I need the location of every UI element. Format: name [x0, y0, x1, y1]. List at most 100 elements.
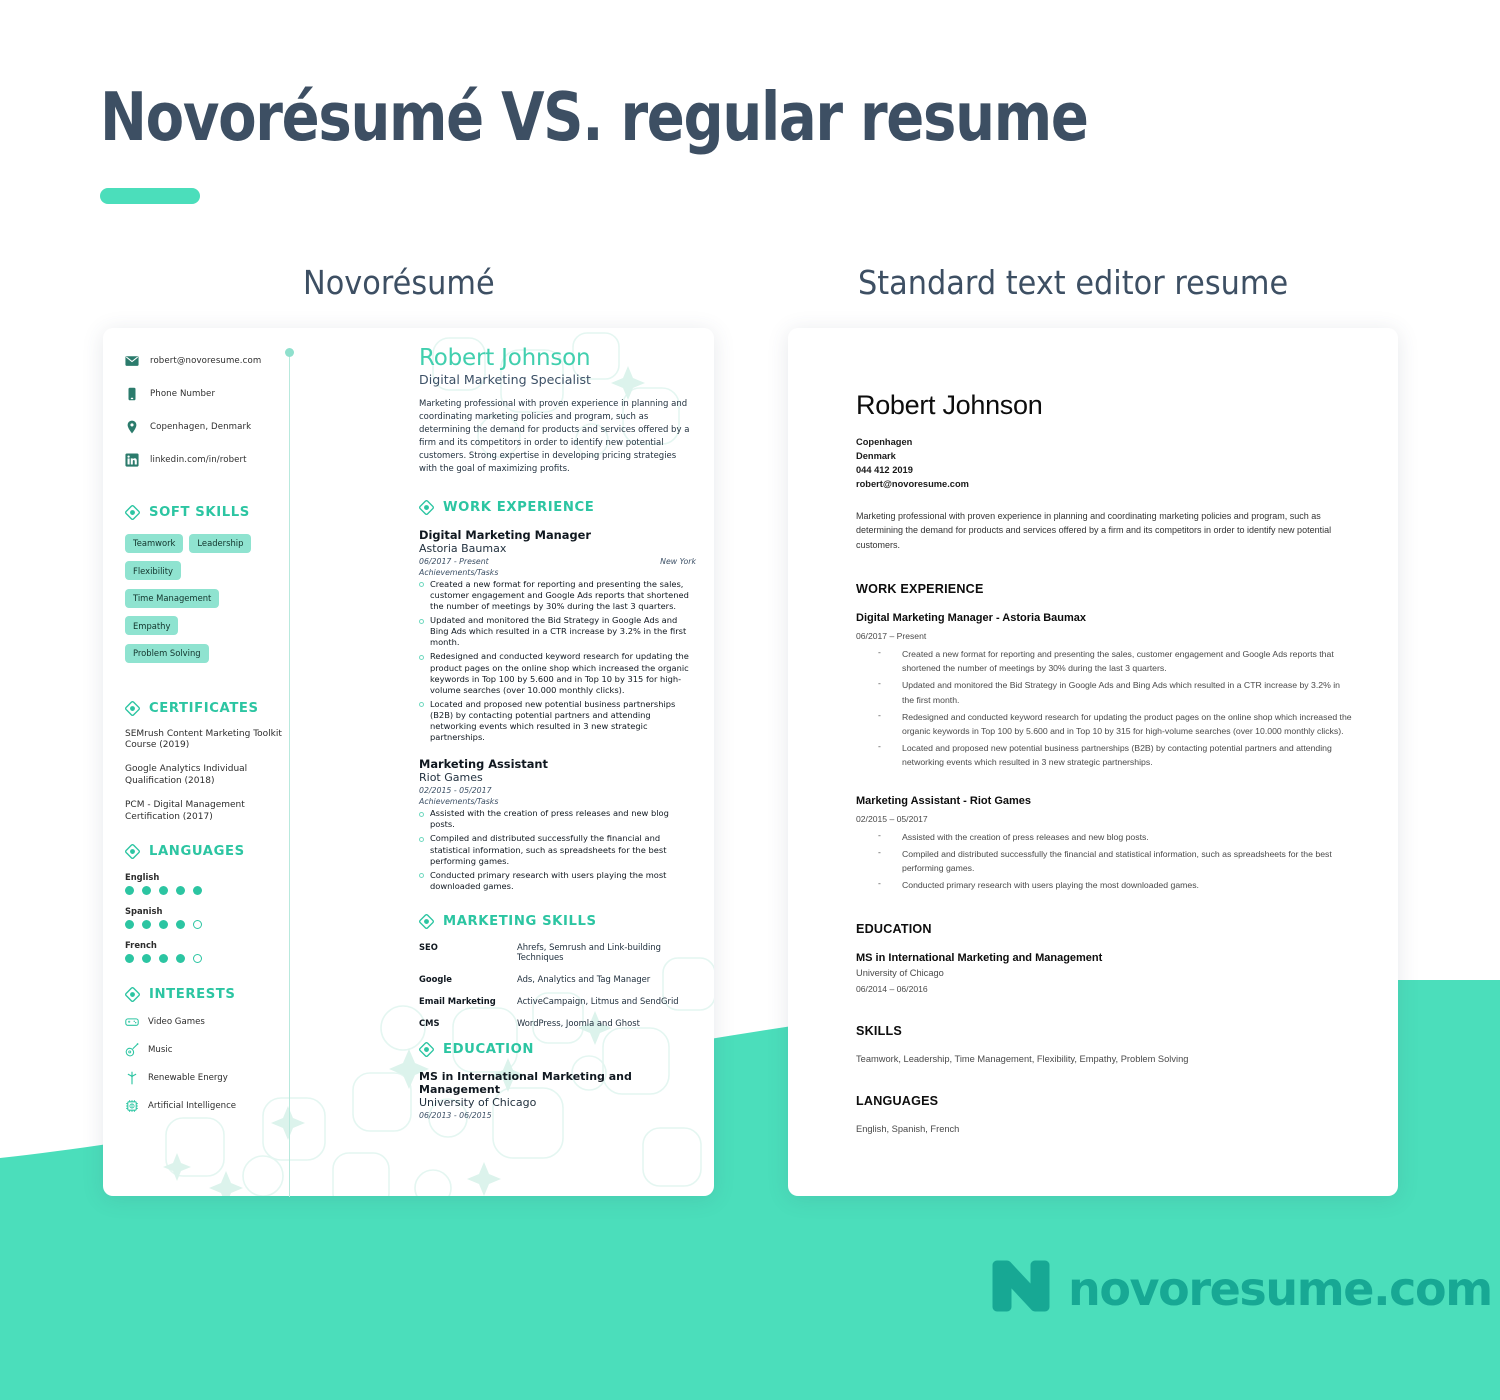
novoresume-logo[interactable]: novoresume.com	[990, 1255, 1493, 1322]
std-job-title: Digital Marketing Manager - Astoria Baum…	[856, 612, 1087, 625]
std-section-title-education: EDUCATION	[856, 922, 932, 937]
section-title: MARKETING SKILLS	[443, 914, 597, 930]
std-bullet-dash: -	[878, 878, 881, 889]
std-bullet-text: Created a new format for reporting and p…	[902, 649, 1334, 674]
interest-label: Video Games	[148, 1017, 205, 1028]
language-list: English Spanish French	[125, 872, 311, 964]
diamond-bullet-icon	[124, 987, 141, 1003]
std-education-degree: MS in International Marketing and Manage…	[856, 952, 1103, 965]
std-job-list: Digital Marketing Manager - Astoria Baum…	[856, 612, 1352, 892]
std-bullet-text: Compiled and distributed successfully th…	[902, 849, 1332, 874]
language-name: Spanish	[125, 906, 163, 917]
interest-item: Renewable Energy	[125, 1071, 311, 1085]
bullet-text: Assisted with the creation of press rele…	[430, 808, 669, 830]
interest-item: Music	[125, 1043, 311, 1057]
divider-dot	[285, 348, 294, 357]
standard-resume-body: Robert Johnson Copenhagen Denmark 044 412 …	[856, 390, 1352, 1134]
std-job-title: Marketing Assistant - Riot Games	[856, 794, 1032, 807]
soft-skill-pill: Time Management	[125, 588, 220, 608]
std-resume-name: Robert Johnson	[856, 390, 1043, 420]
level-dot-empty	[193, 920, 202, 930]
standard-resume-card[interactable]: Robert Johnson Copenhagen Denmark 044 412 …	[788, 328, 1398, 1196]
contact-text: Copenhagen, Denmark	[150, 422, 252, 432]
resume-name: Robert Johnson	[419, 345, 591, 371]
std-languages-line: English, Spanish, French	[856, 1124, 960, 1135]
level-dot-filled	[176, 920, 185, 930]
achievement-bullet: Located and proposed new potential busin…	[419, 699, 696, 743]
std-section-title-languages: LANGUAGES	[856, 1094, 939, 1109]
std-contact-line: Copenhagen	[856, 437, 913, 447]
infographic-canvas: Novorésumé VS. regular resume Novorésumé…	[0, 0, 1500, 1400]
contact-list: robert@novoresume.com Phone Number Copen…	[125, 354, 311, 467]
std-education-date: 06/2014 – 06/2016	[856, 984, 928, 995]
job-date: 02/2015 - 05/2017	[419, 786, 492, 796]
bullet-ring-icon	[419, 618, 424, 624]
marketing-skill-key: SEO	[419, 942, 438, 953]
marketing-skill-rows: SEO Ahrefs, Semrush and Link-building Tec…	[419, 942, 696, 1028]
guitar-icon	[125, 1043, 139, 1057]
diamond-bullet-icon	[124, 504, 141, 521]
job-meta: 02/2015 - 05/2017	[419, 786, 696, 795]
marketing-skill-key: Email Marketing	[419, 996, 496, 1007]
diamond-bullet-icon	[124, 844, 141, 860]
std-contact-line: Denmark	[856, 451, 896, 462]
wind-turbine-icon	[125, 1071, 139, 1085]
vertical-divider	[289, 352, 290, 1197]
job-entry: Digital Marketing Manager Astoria Baumax 0…	[419, 528, 696, 744]
bullet-text: Conducted primary research with users pl…	[430, 869, 667, 891]
std-contact-block: Copenhagen Denmark 044 412 2019 robert@novo…	[856, 435, 1352, 492]
contact-item[interactable]: Copenhagen, Denmark	[125, 420, 311, 434]
title-underline-bar	[100, 188, 200, 204]
bullet-text: Updated and monitored the Bid Strategy i…	[430, 615, 687, 648]
diamond-bullet-icon	[418, 499, 435, 515]
soft-skill-pill: Problem Solving	[125, 643, 209, 663]
achievements-label: Achievements/Tasks	[419, 567, 499, 577]
contact-item[interactable]: robert@novoresume.com	[125, 354, 311, 368]
contact-text: robert@novoresume.com	[150, 356, 262, 366]
section-title: EDUCATION	[443, 1042, 535, 1058]
std-bullet-text: Updated and monitored the Bid Strategy i…	[902, 680, 1341, 705]
contact-item[interactable]: Phone Number	[125, 387, 311, 401]
certificate-list: SEMrush Content Marketing Toolkit Course…	[125, 729, 311, 825]
bullet-ring-icon	[419, 811, 424, 817]
education-date: 06/2013 - 06/2015	[419, 1111, 492, 1121]
bullet-text: Compiled and distributed successfully th…	[430, 833, 667, 866]
marketing-skill-row: CMS WordPress, Joomla and Ghost	[419, 1018, 696, 1028]
level-dot-filled	[176, 954, 185, 964]
column-label-standard: Standard text editor resume	[858, 263, 1289, 302]
achievements-label: Achievements/Tasks	[419, 797, 499, 807]
level-dot-filled	[142, 886, 151, 896]
soft-skill-pill-list: Teamwork Leadership Flexibility Time Manage…	[125, 533, 311, 671]
section-header: SOFT SKILLS	[124, 504, 311, 521]
marketing-skills-section: MARKETING SKILLS SEO Ahrefs, Semrush and …	[418, 914, 696, 1028]
soft-skill-pill: Empathy	[125, 616, 179, 635]
level-dot-filled	[142, 954, 151, 964]
std-bullet-dash: -	[878, 829, 881, 840]
column-label-novoresume: Novorésumé	[303, 263, 495, 302]
level-dot-filled	[142, 920, 151, 930]
std-bullet: - Located and proposed new potential busi…	[856, 741, 1352, 769]
achievement-bullet: Created a new format for reporting and p…	[419, 579, 696, 612]
level-dot-filled	[159, 886, 168, 896]
std-bullet-dash: -	[878, 709, 881, 720]
linkedin-icon	[125, 453, 139, 467]
level-dot-filled	[125, 920, 134, 930]
certificate-item: PCM - Digital Management Certification (…	[125, 800, 245, 823]
std-contact-line: 044 412 2019	[856, 465, 913, 476]
novoresume-sidebar: robert@novoresume.com Phone Number Copen…	[103, 328, 311, 1196]
level-dot-filled	[125, 886, 134, 896]
std-education-university: University of Chicago	[856, 968, 944, 979]
marketing-skill-key: Google	[419, 974, 452, 985]
level-dot-filled	[176, 886, 185, 896]
diamond-bullet-icon	[124, 700, 141, 716]
std-bullet-dash: -	[878, 847, 881, 858]
job-date: 06/2017 - Present	[419, 556, 489, 566]
section-header: MARKETING SKILLS	[418, 914, 696, 930]
novoresume-card[interactable]: robert@novoresume.com Phone Number Copen…	[103, 328, 714, 1196]
job-company: Astoria Baumax	[419, 541, 507, 555]
marketing-skill-row: SEO Ahrefs, Semrush and Link-building Tec…	[419, 942, 696, 962]
std-contact-line: robert@novoresume.com	[856, 479, 969, 490]
bullet-text: Redesigned and conducted keyword researc…	[430, 651, 689, 695]
contact-item[interactable]: linkedin.com/in/robert	[125, 453, 311, 467]
interest-label: Music	[148, 1045, 173, 1056]
